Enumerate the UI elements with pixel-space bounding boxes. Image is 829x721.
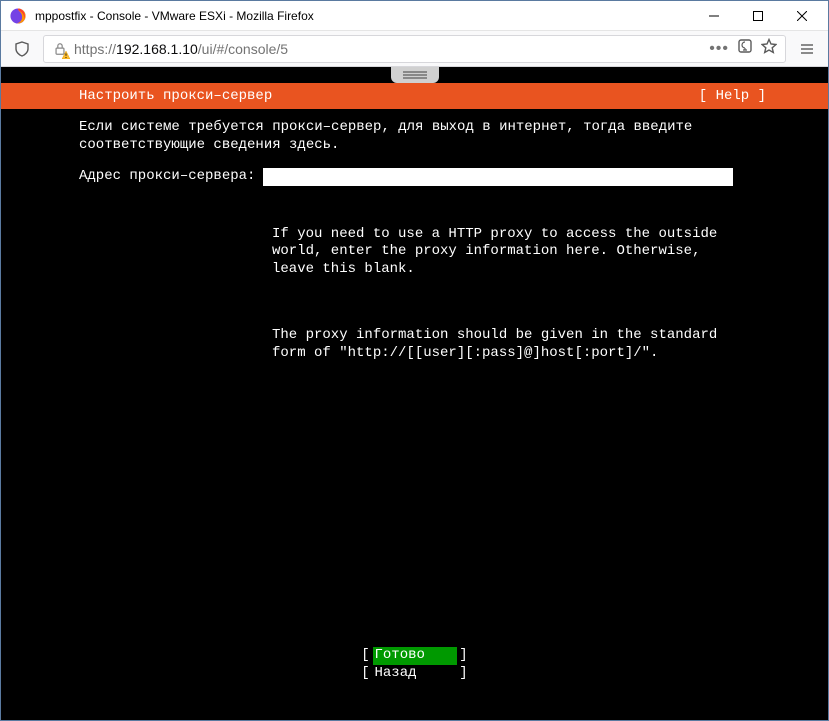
console-drag-handle[interactable]	[391, 67, 439, 83]
console-title: Настроить прокси–сервер	[79, 88, 272, 104]
url-text: https://192.168.1.10/ui/#/console/5	[74, 41, 288, 57]
console-area: Настроить прокси–сервер [ Help ] Если си…	[1, 67, 828, 720]
page-actions-icon[interactable]: •••	[709, 40, 729, 58]
window-titlebar: mppostfix - Console - VMware ESXi - Mozi…	[1, 1, 828, 31]
proxy-field-label: Адрес прокси–сервера:	[79, 168, 255, 186]
window-title: mppostfix - Console - VMware ESXi - Mozi…	[35, 9, 692, 23]
console-header: Настроить прокси–сервер [ Help ]	[1, 83, 828, 109]
proxy-address-input[interactable]	[263, 168, 733, 186]
console-topbar	[1, 67, 828, 83]
minimize-button[interactable]	[692, 2, 736, 30]
maximize-button[interactable]	[736, 2, 780, 30]
address-bar: https://192.168.1.10/ui/#/console/5 •••	[1, 31, 828, 67]
bookmark-star-icon[interactable]	[761, 38, 777, 59]
proxy-field-row: Адрес прокси–сервера:	[79, 168, 784, 187]
done-button[interactable]: [Готово]	[359, 647, 471, 665]
url-field[interactable]: https://192.168.1.10/ui/#/console/5 •••	[43, 35, 786, 63]
lock-warning-icon	[52, 41, 68, 57]
hint-text-1: If you need to use a HTTP proxy to acces…	[272, 226, 742, 279]
close-button[interactable]	[780, 2, 824, 30]
window-controls	[692, 2, 824, 30]
shield-icon[interactable]	[7, 34, 37, 64]
hint-block: If you need to use a HTTP proxy to acces…	[272, 191, 742, 412]
console-footer	[1, 700, 828, 720]
back-button[interactable]: [Назад]	[359, 665, 471, 683]
hint-text-2: The proxy information should be given in…	[272, 327, 742, 362]
bottom-buttons: [Готово] [Назад]	[1, 647, 828, 682]
reader-icon[interactable]	[737, 38, 753, 59]
intro-text: Если системе требуется прокси–сервер, дл…	[79, 119, 719, 154]
help-button[interactable]: [ Help ]	[699, 88, 766, 104]
firefox-icon	[9, 7, 27, 25]
menu-icon[interactable]	[792, 34, 822, 64]
console-body: Если системе требуется прокси–сервер, дл…	[1, 109, 828, 700]
